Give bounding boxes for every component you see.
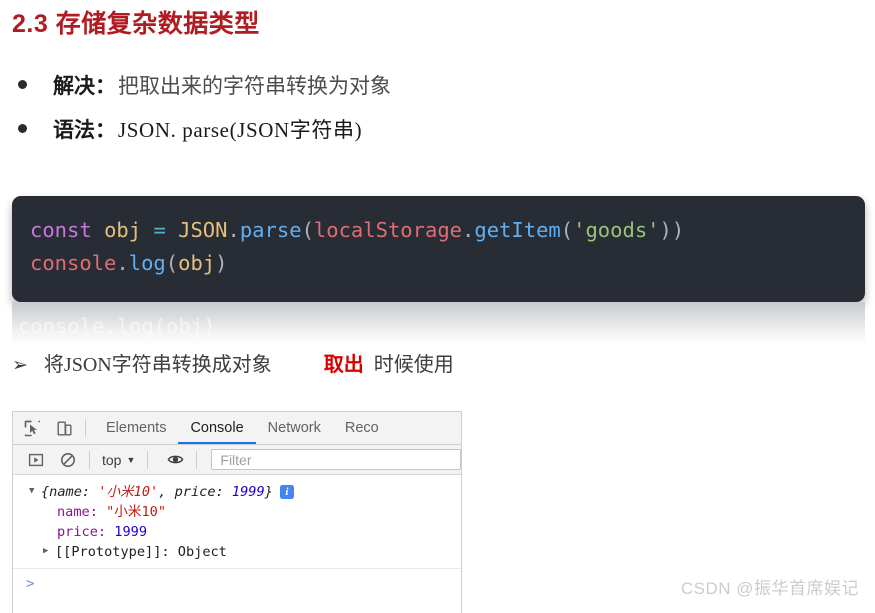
console-context-selector[interactable]: top ▼ bbox=[98, 452, 139, 468]
watermark: CSDN @振华首席娱记 bbox=[680, 579, 859, 598]
code-token: ( bbox=[301, 218, 314, 242]
object-name-value: '小米10' bbox=[98, 484, 159, 500]
code-token: . bbox=[116, 251, 129, 275]
tab-recorder[interactable]: Reco bbox=[333, 413, 391, 444]
code-token: obj bbox=[104, 218, 142, 242]
code-token: )) bbox=[659, 218, 685, 242]
console-output: ▼ {name: '小米10' , price: 1999 } i name: … bbox=[13, 475, 461, 595]
property-key: price: bbox=[57, 524, 107, 540]
note-line: ➢ 将JSON字符串转换成对象 取出 时候使用 bbox=[12, 348, 454, 377]
code-token: . bbox=[462, 218, 475, 242]
devtools-panel: Elements Console Network Reco top ▼ Filt… bbox=[12, 411, 462, 613]
tab-elements[interactable]: Elements bbox=[94, 413, 178, 444]
toolbar-divider bbox=[196, 450, 198, 469]
bullet-dot-icon bbox=[18, 124, 27, 133]
info-icon[interactable]: i bbox=[279, 485, 294, 499]
code-token: localStorage bbox=[313, 218, 463, 242]
console-toolbar: top ▼ Filter bbox=[13, 445, 461, 475]
code-token: JSON bbox=[178, 218, 228, 242]
console-object-summary[interactable]: ▼ {name: '小米10' , price: 1999 } i bbox=[13, 482, 461, 502]
toolbar-divider bbox=[147, 450, 149, 469]
arrow-marker-icon: ➢ bbox=[12, 354, 28, 376]
console-input-prompt[interactable]: > bbox=[13, 573, 461, 595]
property-value: 1999 bbox=[114, 524, 148, 540]
page-title: 2.3 存储复杂数据类型 bbox=[12, 10, 260, 38]
code-token: obj bbox=[178, 251, 216, 275]
chevron-down-icon: ▼ bbox=[126, 454, 136, 465]
object-open: {name: bbox=[41, 484, 99, 500]
code-token: const bbox=[30, 218, 92, 242]
bullet-label: 解决： bbox=[53, 74, 116, 98]
prototype-label: [[Prototype]]: Object bbox=[55, 544, 227, 560]
code-block-ghost-text: console.log(obj) bbox=[18, 314, 216, 338]
code-token: 'goods' bbox=[573, 218, 660, 242]
code-token: getItem bbox=[474, 218, 561, 242]
object-mid: , price: bbox=[158, 484, 232, 500]
console-prototype-row[interactable]: ▶ [[Prototype]]: Object bbox=[13, 542, 461, 562]
code-token: ( bbox=[165, 251, 179, 275]
chevron-right-icon[interactable]: ▶ bbox=[43, 541, 55, 561]
console-filter-input[interactable]: Filter bbox=[211, 449, 461, 470]
code-token: . bbox=[227, 218, 240, 242]
eye-icon[interactable] bbox=[162, 447, 188, 473]
code-token: parse bbox=[239, 218, 302, 242]
list-item: 语法： JSON. parse(JSON字符串) bbox=[12, 114, 652, 158]
device-toolbar-icon[interactable] bbox=[51, 415, 77, 441]
bullet-text: 把取出来的字符串转换为对象 bbox=[118, 74, 391, 98]
console-divider bbox=[13, 568, 461, 569]
code-token: ) bbox=[215, 251, 228, 275]
toolbar-divider bbox=[85, 419, 86, 437]
code-block-fade: console.log(obj) bbox=[12, 302, 865, 344]
devtools-tabbar: Elements Console Network Reco bbox=[13, 412, 461, 445]
note-tail: 时候使用 bbox=[373, 354, 454, 376]
code-block: const obj = JSON.parse(localStorage.getI… bbox=[12, 196, 865, 302]
console-filter-placeholder: Filter bbox=[220, 451, 252, 468]
object-close: } bbox=[264, 484, 273, 500]
code-token: log bbox=[128, 251, 166, 275]
chevron-down-icon[interactable]: ▼ bbox=[29, 481, 41, 501]
bullet-list: 解决： 把取出来的字符串转换为对象 语法： JSON. parse(JSON字符… bbox=[12, 70, 652, 158]
toolbar-divider bbox=[89, 450, 90, 469]
code-line: const obj = JSON.parse(localStorage.getI… bbox=[30, 214, 865, 247]
object-price-value: 1999 bbox=[231, 484, 265, 500]
console-context-value: top bbox=[102, 451, 122, 468]
tab-network[interactable]: Network bbox=[256, 413, 333, 444]
bullet-text: JSON. parse(JSON字符串) bbox=[118, 118, 363, 142]
execute-icon[interactable] bbox=[23, 447, 49, 473]
code-line: console.log(obj) bbox=[30, 247, 865, 280]
code-token: ( bbox=[560, 218, 574, 242]
inspect-element-icon[interactable] bbox=[19, 415, 45, 441]
note-emphasis: 取出 bbox=[323, 354, 364, 376]
note-text: 将JSON字符串转换成对象 bbox=[43, 354, 272, 376]
property-value: "小米10" bbox=[106, 504, 167, 520]
code-token: = bbox=[153, 218, 166, 242]
prompt-arrow-icon: > bbox=[26, 576, 35, 592]
list-item: 解决： 把取出来的字符串转换为对象 bbox=[12, 70, 652, 114]
code-block-container: const obj = JSON.parse(localStorage.getI… bbox=[12, 196, 865, 302]
console-property-row: name: "小米10" bbox=[13, 502, 461, 522]
code-token: console bbox=[30, 251, 117, 275]
clear-console-icon[interactable] bbox=[55, 447, 81, 473]
console-property-row: price: 1999 bbox=[13, 522, 461, 542]
tab-console[interactable]: Console bbox=[178, 413, 256, 444]
bullet-dot-icon bbox=[18, 80, 27, 89]
property-key: name: bbox=[57, 504, 98, 520]
bullet-label: 语法： bbox=[53, 118, 116, 142]
